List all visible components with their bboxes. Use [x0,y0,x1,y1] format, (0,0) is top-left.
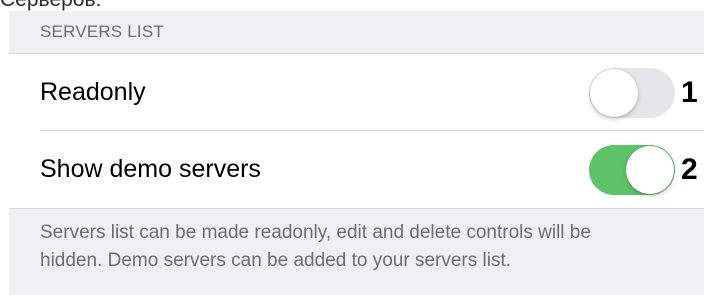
section-footer-note: Servers list can be made readonly, edit … [40,222,591,271]
readonly-label: Readonly [40,78,146,106]
toggle-knob [626,146,674,194]
section-header: SERVERS LIST [40,22,164,41]
readonly-toggle[interactable] [589,68,675,118]
settings-group: SERVERS LIST Readonly 1 Show demo server… [9,11,704,295]
settings-list: Readonly 1 Show demo servers 2 [9,53,704,209]
show-demo-servers-toggle[interactable] [589,145,675,195]
callout-number-2: 2 [681,153,698,186]
setting-row-show-demo-servers: Show demo servers 2 [9,131,704,208]
toggle-knob [590,69,638,117]
setting-row-readonly: Readonly 1 [9,54,704,131]
show-demo-servers-label: Show demo servers [40,155,261,183]
callout-number-1: 1 [681,76,698,109]
